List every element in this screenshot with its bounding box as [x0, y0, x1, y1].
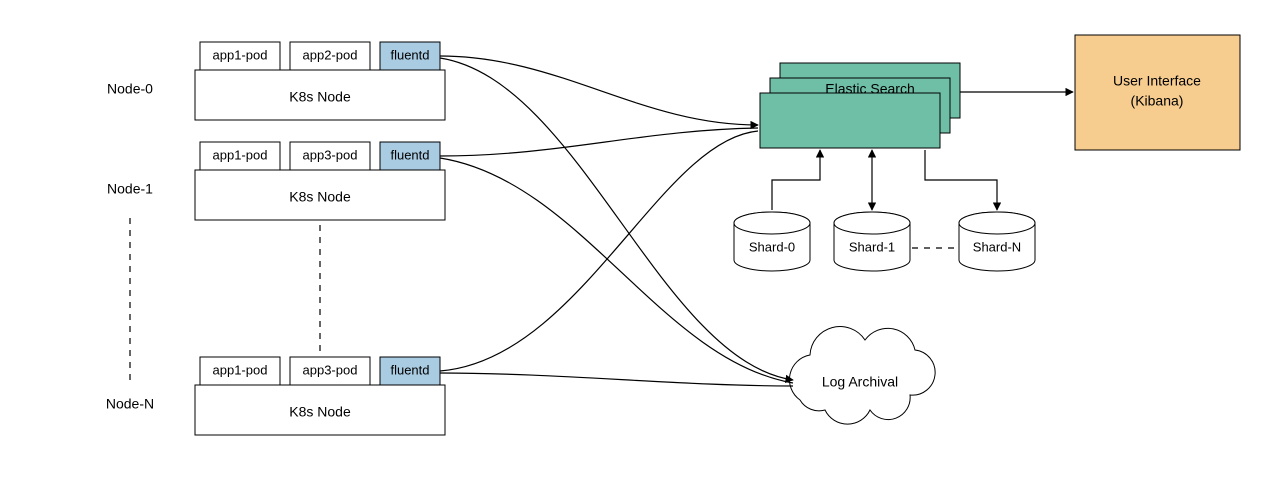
- arrow-es-shardn: [925, 150, 997, 210]
- shard-n: Shard-N: [959, 212, 1035, 271]
- conn-node1-log: [440, 158, 793, 383]
- k8s-node-0: K8s Node app1-pod app2-pod fluentd: [195, 42, 445, 120]
- noden-pod1: app3-pod: [303, 362, 358, 377]
- elastic-search-stack: Elastic Search: [760, 63, 960, 148]
- node1-pod0: app1-pod: [213, 147, 268, 162]
- node0-pod0: app1-pod: [213, 47, 268, 62]
- k8s-node-n-label: K8s Node: [289, 404, 351, 420]
- k8s-node-0-label: K8s Node: [289, 89, 351, 105]
- elastic-search-label: Elastic Search: [825, 81, 914, 97]
- conn-node0-es: [440, 56, 758, 125]
- node-n-label: Node-N: [106, 396, 154, 412]
- shard-1: Shard-1: [834, 212, 910, 271]
- conn-noden-log: [440, 373, 793, 386]
- node0-fluentd: fluentd: [390, 47, 429, 62]
- k8s-node-1-label: K8s Node: [289, 189, 351, 205]
- noden-fluentd: fluentd: [390, 362, 429, 377]
- noden-pod0: app1-pod: [213, 362, 268, 377]
- ui-line2: (Kibana): [1131, 93, 1184, 109]
- log-archival-label: Log Archival: [822, 374, 898, 390]
- node0-pod1: app2-pod: [303, 47, 358, 62]
- node-1-label: Node-1: [107, 181, 153, 197]
- architecture-diagram: Node-0 Node-1 Node-N K8s Node app1-pod a…: [0, 0, 1280, 504]
- node1-fluentd: fluentd: [390, 147, 429, 162]
- ui-line1: User Interface: [1113, 73, 1201, 89]
- arrow-es-shard0: [772, 150, 820, 210]
- k8s-node-1: K8s Node app1-pod app3-pod fluentd: [195, 142, 445, 220]
- node1-pod1: app3-pod: [303, 147, 358, 162]
- node-0-label: Node-0: [107, 81, 153, 97]
- user-interface-box: User Interface (Kibana): [1075, 35, 1240, 150]
- log-archival-cloud: Log Archival: [789, 327, 935, 425]
- shard-0-label: Shard-0: [749, 239, 795, 254]
- shard-1-label: Shard-1: [849, 239, 895, 254]
- shard-n-label: Shard-N: [973, 239, 1021, 254]
- k8s-node-n: K8s Node app1-pod app3-pod fluentd: [195, 357, 445, 435]
- shard-0: Shard-0: [734, 212, 810, 271]
